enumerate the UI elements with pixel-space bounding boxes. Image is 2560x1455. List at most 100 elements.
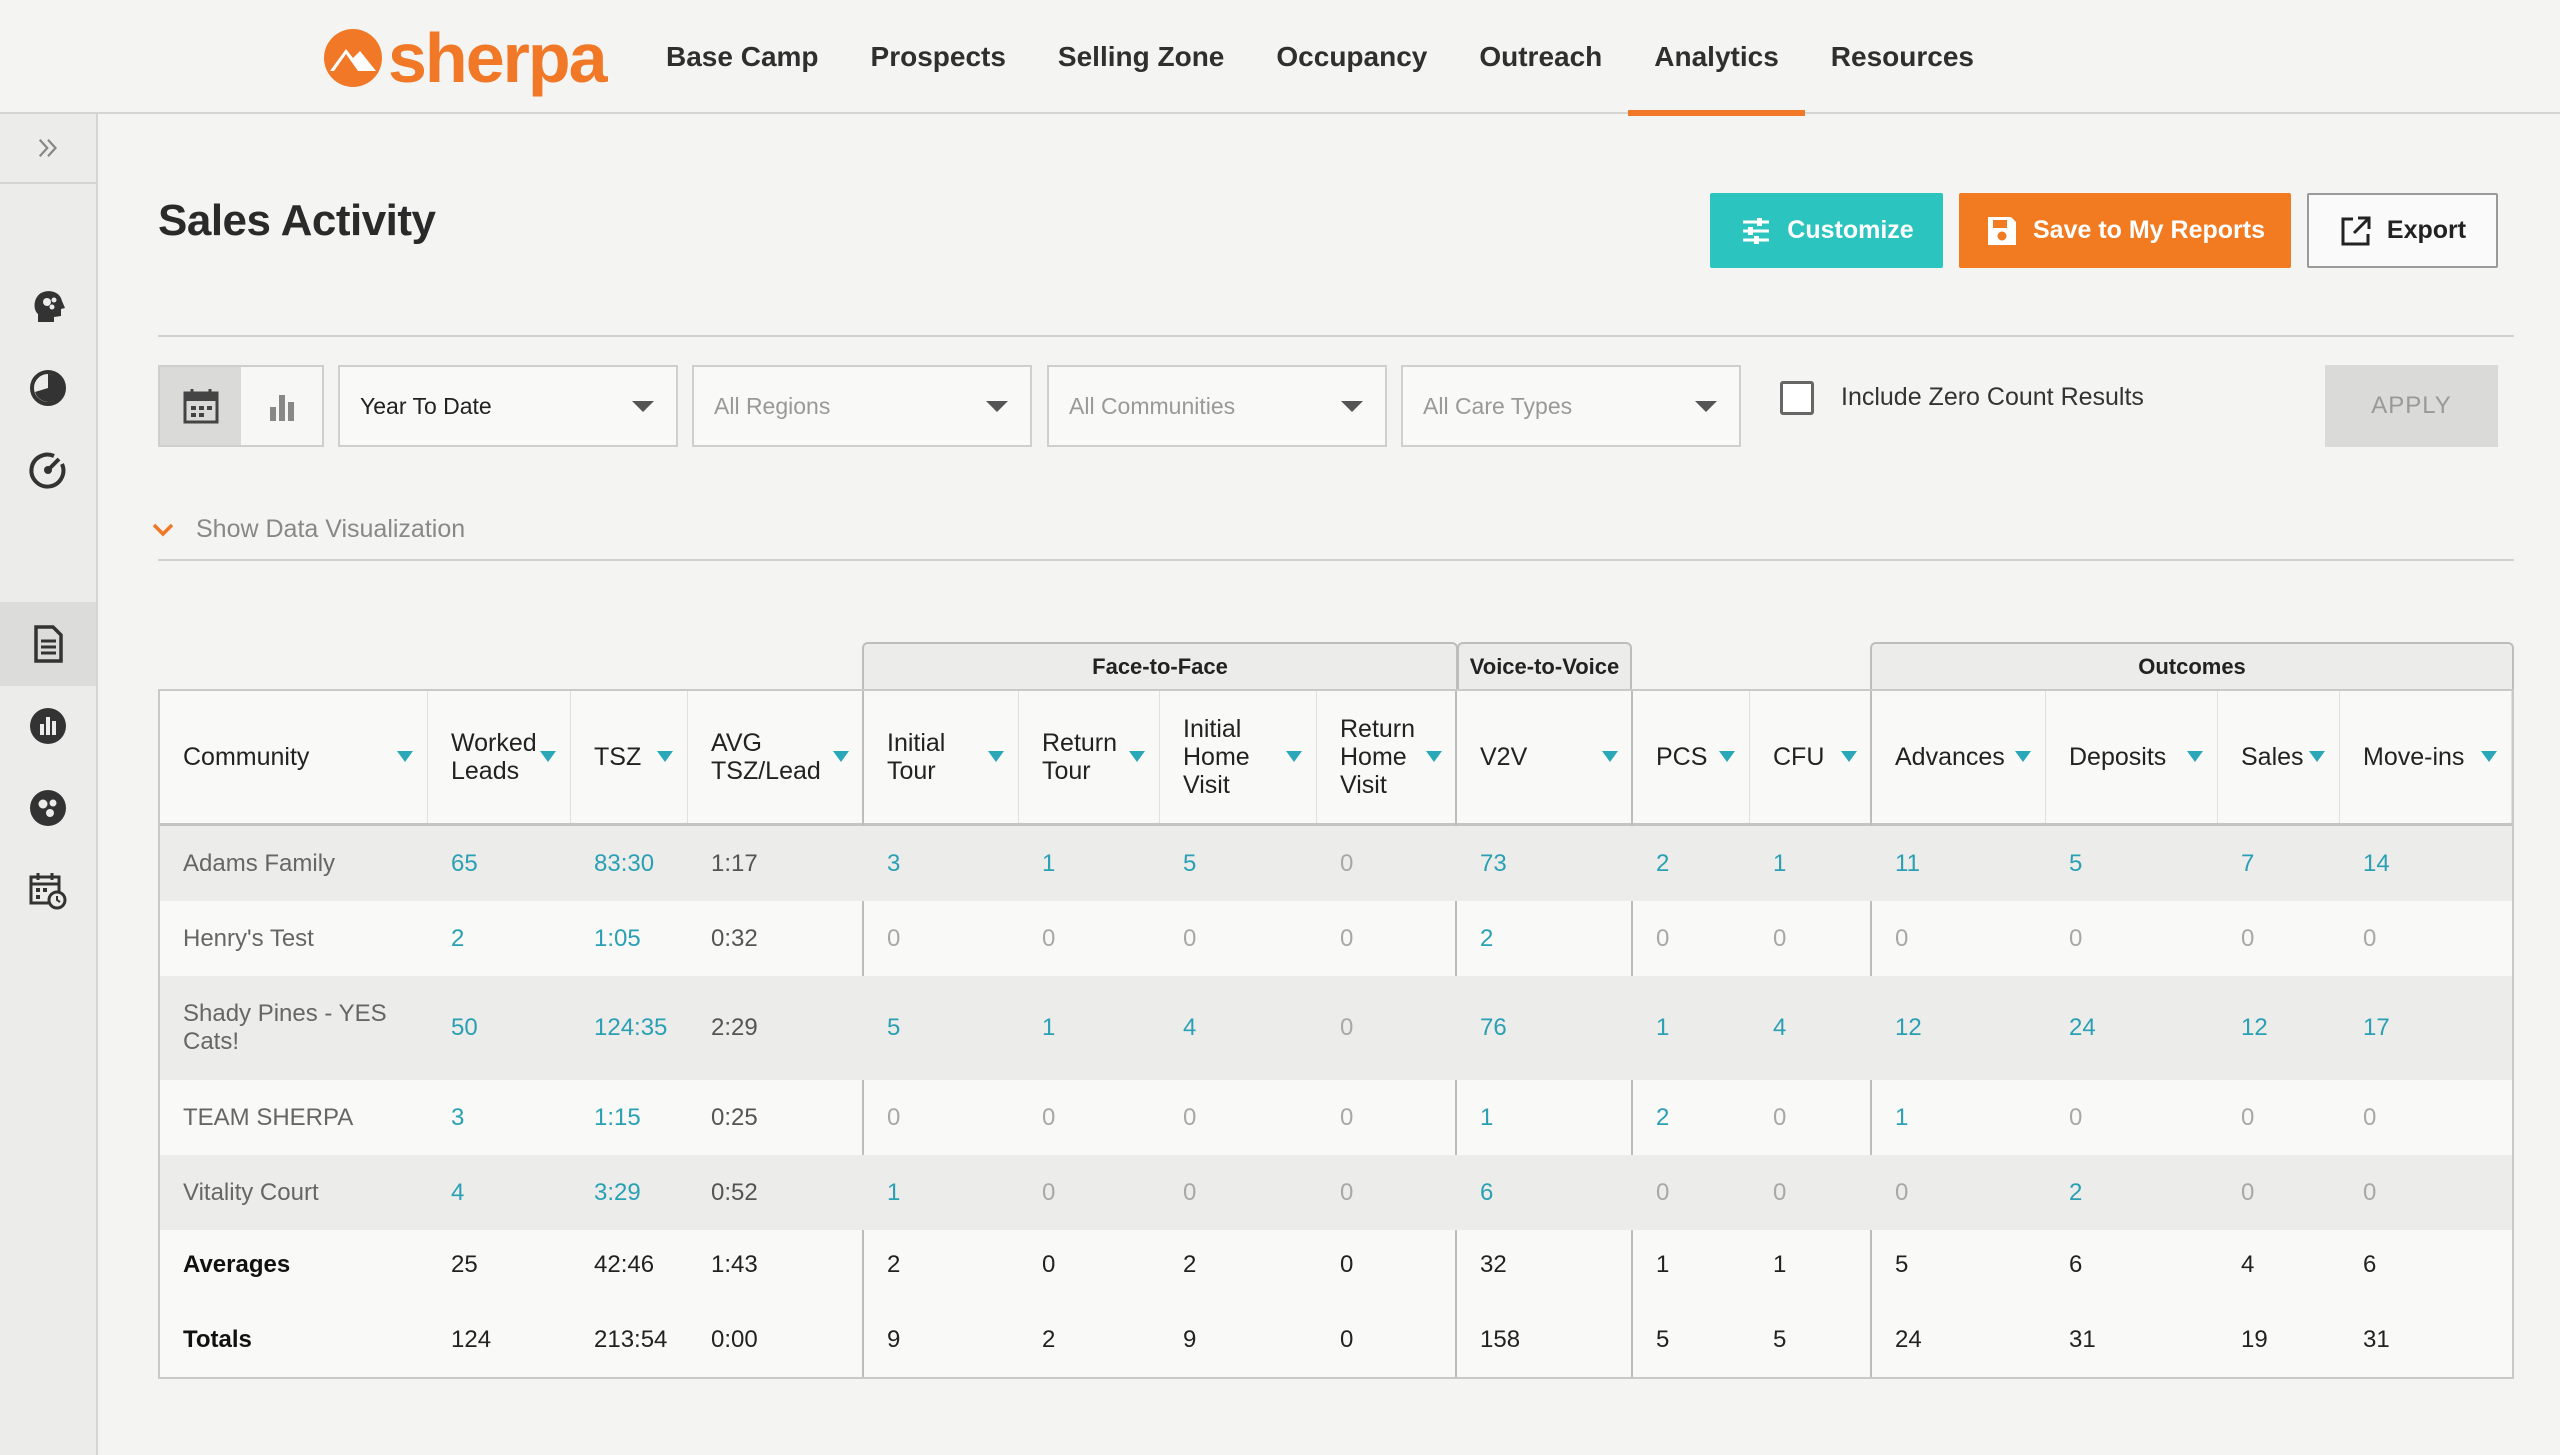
column-header-community[interactable]: Community <box>160 691 428 823</box>
calendar-view-button[interactable] <box>160 367 241 445</box>
cell-tsz[interactable]: 1:05 <box>594 925 641 953</box>
cell-initial-tour[interactable]: 1 <box>887 1179 900 1207</box>
cell-deposits[interactable]: 24 <box>2069 1014 2096 1042</box>
cell-v2v[interactable]: 76 <box>1480 1014 1507 1042</box>
period-select[interactable]: Year To Date <box>338 365 678 447</box>
cell-pcs[interactable]: 2 <box>1656 1104 1669 1132</box>
cell-v2v[interactable]: 2 <box>1480 925 1493 953</box>
cell-tsz[interactable]: 3:29 <box>594 1179 641 1207</box>
cell-initial-tour[interactable]: 5 <box>887 1014 900 1042</box>
column-header-v2v[interactable]: V2V <box>1457 691 1633 823</box>
cell-advances[interactable]: 11 <box>1895 850 1920 878</box>
sidebar-item-documents[interactable] <box>0 602 96 686</box>
cell-tsz[interactable]: 1:15 <box>594 1104 641 1132</box>
cell-worked-leads[interactable]: 2 <box>451 925 464 953</box>
cell-pcs[interactable]: 2 <box>1656 850 1669 878</box>
cell-return-tour[interactable]: 1 <box>1042 1014 1055 1042</box>
cell-sales[interactable]: 12 <box>2241 1014 2268 1042</box>
column-header-label: V2V <box>1480 743 1528 771</box>
cell-v2v[interactable]: 6 <box>1480 1179 1493 1207</box>
cell-initial-home-visit[interactable]: 5 <box>1183 850 1196 878</box>
apply-button[interactable]: APPLY <box>2325 365 2498 447</box>
show-data-visualization-toggle[interactable]: Show Data Visualization <box>152 515 465 544</box>
save-disk-icon <box>1987 216 2016 245</box>
cell-return-tour[interactable]: 1 <box>1042 850 1055 878</box>
column-header-initial-tour[interactable]: Initial Tour <box>864 691 1019 823</box>
column-header-sales[interactable]: Sales <box>2218 691 2340 823</box>
cell-move-ins[interactable]: 17 <box>2363 1014 2390 1042</box>
cell-initial-home-visit[interactable]: 4 <box>1183 1014 1196 1042</box>
sidebar-item-intelligence[interactable] <box>0 766 96 850</box>
cell-worked-leads[interactable]: 4 <box>451 1179 464 1207</box>
include-zero-checkbox[interactable] <box>1780 381 1814 415</box>
totals-return-home-visit: 0 <box>1340 1326 1354 1353</box>
nav-occupancy[interactable]: Occupancy <box>1250 0 1453 114</box>
sort-arrow-icon <box>1286 751 1302 762</box>
communities-select[interactable]: All Communities <box>1047 365 1387 447</box>
left-sidebar <box>0 114 98 1455</box>
save-to-my-reports-button[interactable]: Save to My Reports <box>1959 193 2291 268</box>
cell-advances[interactable]: 12 <box>1895 1014 1922 1042</box>
sidebar-item-reports-pie[interactable] <box>0 346 96 430</box>
table-row: Henry's Test 2 1:05 0:32 0 0 0 0 2 0 0 0 0 0 0 <box>160 901 2512 976</box>
column-header-worked-leads[interactable]: Worked Leads <box>428 691 571 823</box>
customize-button[interactable]: Customize <box>1710 193 1943 268</box>
sidebar-item-analytics[interactable] <box>0 684 96 768</box>
customize-label: Customize <box>1787 216 1914 244</box>
include-zero-label[interactable]: Include Zero Count Results <box>1841 383 2144 412</box>
column-header-return-tour[interactable]: Return Tour <box>1019 691 1160 823</box>
sherpa-logo[interactable]: sherpa <box>322 18 608 98</box>
cell-initial-tour[interactable]: 3 <box>887 850 900 878</box>
community-name: TEAM SHERPA <box>183 1103 354 1131</box>
cell-cfu[interactable]: 1 <box>1773 850 1786 878</box>
column-header-deposits[interactable]: Deposits <box>2046 691 2218 823</box>
cell-v2v[interactable]: 73 <box>1480 850 1507 878</box>
column-header-cfu[interactable]: CFU <box>1750 691 1872 823</box>
column-header-move-ins[interactable]: Move-ins <box>2340 691 2512 823</box>
cell-worked-leads[interactable]: 65 <box>451 850 478 878</box>
cell-v2v[interactable]: 1 <box>1480 1104 1493 1132</box>
nav-resources[interactable]: Resources <box>1805 0 2000 114</box>
cell-advances: 0 <box>1895 924 1909 952</box>
nav-outreach[interactable]: Outreach <box>1453 0 1628 114</box>
totals-row: Totals 124 213:54 0:00 9 2 9 0 158 5 5 24 31 19 31 <box>160 1303 2512 1377</box>
cell-deposits[interactable]: 2 <box>2069 1179 2082 1207</box>
care-types-select[interactable]: All Care Types <box>1401 365 1741 447</box>
cell-pcs[interactable]: 1 <box>1656 1014 1669 1042</box>
cell-worked-leads[interactable]: 3 <box>451 1104 464 1132</box>
caret-down-icon <box>1341 401 1363 412</box>
sidebar-item-performance[interactable] <box>0 428 96 512</box>
column-header-initial-home-visit[interactable]: Initial Home Visit <box>1160 691 1317 823</box>
regions-select[interactable]: All Regions <box>692 365 1032 447</box>
averages-initial-home-visit: 2 <box>1183 1251 1197 1278</box>
column-header-pcs[interactable]: PCS <box>1633 691 1750 823</box>
cell-cfu[interactable]: 4 <box>1773 1014 1786 1042</box>
column-header-tsz[interactable]: TSZ <box>571 691 688 823</box>
nav-prospects[interactable]: Prospects <box>845 0 1032 114</box>
averages-deposits: 6 <box>2069 1251 2083 1278</box>
totals-sales: 19 <box>2241 1326 2268 1353</box>
cell-worked-leads[interactable]: 50 <box>451 1014 478 1042</box>
cell-tsz[interactable]: 83:30 <box>594 850 654 878</box>
sidebar-item-schedule[interactable] <box>0 848 96 932</box>
nav-selling-zone[interactable]: Selling Zone <box>1032 0 1250 114</box>
column-header-avg-tsz-lead[interactable]: AVG TSZ/Lead <box>688 691 864 823</box>
nav-analytics[interactable]: Analytics <box>1628 0 1805 116</box>
bar-chart-icon <box>30 708 66 744</box>
cell-advances[interactable]: 1 <box>1895 1104 1908 1132</box>
expand-sidebar-button[interactable] <box>0 114 96 184</box>
column-header-return-home-visit[interactable]: Return Home Visit <box>1317 691 1457 823</box>
sidebar-item-insights[interactable] <box>0 264 96 348</box>
cell-return-tour: 0 <box>1042 924 1056 952</box>
totals-avg-tsz-lead: 0:00 <box>711 1326 758 1353</box>
cell-deposits: 0 <box>2069 1103 2083 1131</box>
column-header-label: Move-ins <box>2363 743 2465 771</box>
column-header-advances[interactable]: Advances <box>1872 691 2046 823</box>
cell-tsz[interactable]: 124:35 <box>594 1014 667 1042</box>
cell-deposits[interactable]: 5 <box>2069 850 2082 878</box>
nav-base-camp[interactable]: Base Camp <box>640 0 845 114</box>
cell-sales[interactable]: 7 <box>2241 850 2254 878</box>
export-button[interactable]: Export <box>2307 193 2498 268</box>
chart-view-button[interactable] <box>241 367 322 445</box>
cell-move-ins[interactable]: 14 <box>2363 850 2390 878</box>
